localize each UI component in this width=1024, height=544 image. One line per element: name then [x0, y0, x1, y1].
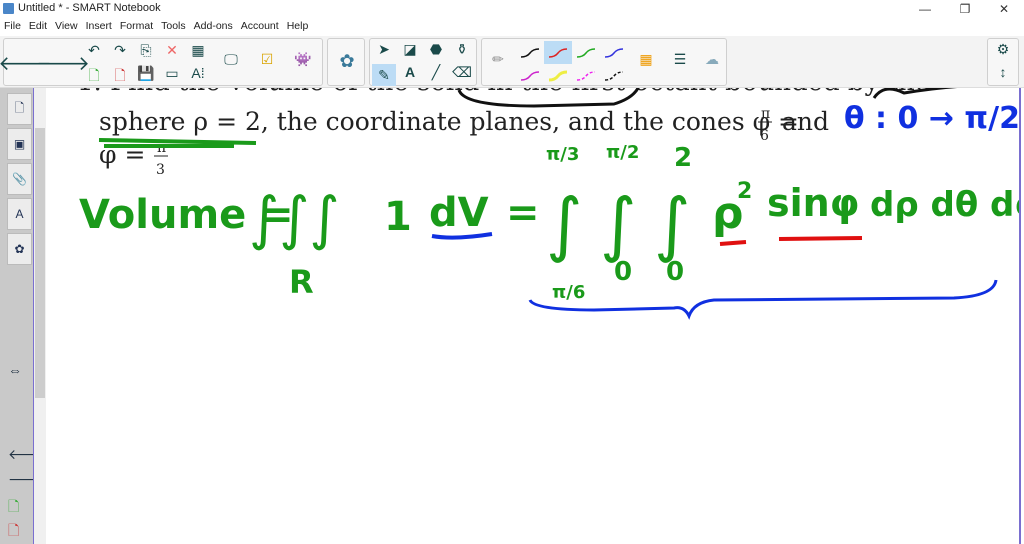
- line-style-icon[interactable]: ☰: [666, 51, 694, 68]
- brace-stroke: [528, 279, 998, 320]
- menu-help[interactable]: Help: [283, 18, 313, 32]
- menu-account[interactable]: Account: [237, 18, 283, 32]
- hw-equals: =: [506, 190, 540, 236]
- addons-tab[interactable]: ✿: [7, 233, 32, 265]
- hw-theta-range: θ : 0 → π/2: [844, 101, 1020, 136]
- menu-view[interactable]: View: [51, 18, 82, 32]
- hw-limit-rho-bottom: 0: [666, 257, 684, 287]
- toolbar-group-main: 🡐 🡒 ↶ ↷ ⎘ ✕ ▦ 🗋 🗋 💾 ▭ A⁞ 🖵 ☑ 👾: [0, 38, 323, 89]
- fill-effects-icon[interactable]: ☁: [698, 51, 726, 68]
- menu-bar: File Edit View Insert Format Tools Add-ons Acco…: [0, 18, 1024, 35]
- lab-icon[interactable]: ✿: [332, 51, 362, 72]
- eraser-icon[interactable]: ⌫: [450, 64, 474, 81]
- hw-rho-exponent: 2: [737, 179, 752, 204]
- menu-insert[interactable]: Insert: [82, 18, 116, 32]
- frac-den: 6: [760, 128, 769, 144]
- add-page-icon[interactable]: 🗋: [8, 496, 19, 520]
- hw-sin-phi: sinφ: [767, 181, 859, 225]
- line-icon[interactable]: ╱: [424, 64, 448, 81]
- undo-icon[interactable]: ↶: [82, 42, 106, 59]
- toolbar: 🡐 🡒 ↶ ↷ ⎘ ✕ ▦ 🗋 🗋 💾 ▭ A⁞ 🖵 ☑ 👾 ✿ ➤ ◪ ⬣ ⚱…: [0, 36, 1024, 88]
- hw-dV: dV: [429, 190, 489, 236]
- hw-one: 1: [384, 194, 412, 240]
- problem-line-2-end: and: [782, 107, 829, 136]
- screen-shade-icon[interactable]: ▭: [160, 65, 184, 82]
- menu-file[interactable]: File: [0, 18, 25, 32]
- menu-format[interactable]: Format: [116, 18, 157, 32]
- redo-icon[interactable]: ↷: [108, 42, 132, 59]
- hw-integral-theta: ∫: [600, 183, 636, 265]
- hw-limit-phi-bottom: π/6: [552, 282, 585, 303]
- pen-black-dashed[interactable]: [600, 64, 628, 87]
- close-button[interactable]: ✕: [984, 0, 1024, 18]
- hw-limit-rho-top: 2: [674, 143, 692, 173]
- menu-edit[interactable]: Edit: [25, 18, 51, 32]
- text-format-icon[interactable]: A⁞: [186, 65, 210, 81]
- fill-icon[interactable]: ⬣: [424, 41, 448, 58]
- title-bar: Untitled * - SMART Notebook — ❐ ✕: [0, 0, 1024, 18]
- toolbar-group-lab: ✿: [327, 38, 365, 86]
- color-palette-icon[interactable]: ▦: [632, 51, 660, 68]
- app-icon: [3, 3, 14, 14]
- addons-icon[interactable]: 👾: [288, 51, 318, 68]
- add-page-icon[interactable]: 🗋: [82, 65, 106, 89]
- select-icon[interactable]: ➤: [372, 41, 396, 58]
- maximize-button[interactable]: ❐: [945, 0, 985, 18]
- attachments-tab[interactable]: 📎: [7, 163, 32, 195]
- properties-tab[interactable]: A: [7, 198, 32, 230]
- next-page-icon[interactable]: 🡒: [36, 51, 90, 76]
- pen-magenta-dashed[interactable]: [572, 64, 600, 87]
- document-camera-icon[interactable]: 🖵: [216, 51, 246, 68]
- toolbar-group-tools: ➤ ◪ ⬣ ⚱ ✎ A ╱ ⌫: [369, 38, 477, 86]
- pen-magenta[interactable]: [516, 64, 544, 87]
- whiteboard-canvas[interactable]: 1. Find the volume of the solid in the f…: [33, 88, 1021, 544]
- hw-triple-integral: ∫∫∫: [249, 184, 340, 252]
- hw-limit-theta-top: π/2: [606, 142, 639, 163]
- toolbar-group-pen: ✏ ▦ ☰ ☁: [481, 38, 727, 86]
- text-icon[interactable]: A: [398, 64, 422, 80]
- pen-yellow-highlighter[interactable]: [544, 64, 572, 87]
- pen-green[interactable]: [572, 41, 600, 64]
- hw-integral-rho: ∫: [654, 183, 690, 265]
- gear-icon[interactable]: ⚙: [990, 41, 1016, 58]
- response-icon[interactable]: ☑: [252, 51, 282, 68]
- pens-icon[interactable]: ✎: [372, 64, 396, 86]
- table-icon[interactable]: ▦: [186, 42, 210, 59]
- move-sidebar-icon[interactable]: ⇔: [8, 362, 22, 378]
- delete-page-icon[interactable]: 🗋: [8, 520, 19, 544]
- toolbar-group-settings: ⚙ ↕: [987, 38, 1019, 86]
- menu-addons[interactable]: Add-ons: [190, 18, 237, 32]
- shapes-icon[interactable]: ◪: [398, 41, 422, 58]
- paste-icon[interactable]: ⎘: [134, 42, 158, 59]
- gallery-tab[interactable]: ▣: [7, 128, 32, 160]
- frac-num: π: [761, 106, 770, 122]
- hw-differentials: dρ dθ dφ: [870, 185, 1021, 225]
- paint-icon[interactable]: ⚱: [450, 41, 474, 58]
- menu-tools[interactable]: Tools: [157, 18, 190, 32]
- pen-black[interactable]: [516, 41, 544, 64]
- problem-line-2: sphere ρ = 2, the coordinate planes, and…: [99, 107, 799, 136]
- delete-page-icon[interactable]: 🗋: [108, 65, 132, 89]
- hw-limit-theta-bottom: 0: [614, 257, 632, 287]
- save-icon[interactable]: 💾: [134, 65, 158, 82]
- sidebar: 🗋 ▣ 📎 A ✿ ⇔ 🡐 🡒 🗋 🗋: [0, 88, 46, 544]
- hw-region: R: [289, 263, 314, 301]
- pen-red[interactable]: [544, 41, 572, 64]
- hw-limit-phi-top: π/3: [546, 144, 579, 165]
- delete-icon[interactable]: ✕: [160, 42, 184, 59]
- pen-blue[interactable]: [600, 41, 628, 64]
- hw-integral-phi: ∫: [546, 183, 582, 265]
- toolbar-move-icon[interactable]: ↕: [990, 64, 1016, 80]
- pen-icon[interactable]: ✏: [484, 51, 512, 68]
- minimize-button[interactable]: —: [905, 0, 945, 18]
- frac-den: 3: [156, 162, 165, 178]
- problem-line-1: 1. Find the volume of the solid in the f…: [77, 88, 930, 97]
- page-sorter-tab[interactable]: 🗋: [7, 93, 32, 125]
- window-title: Untitled * - SMART Notebook: [18, 2, 161, 14]
